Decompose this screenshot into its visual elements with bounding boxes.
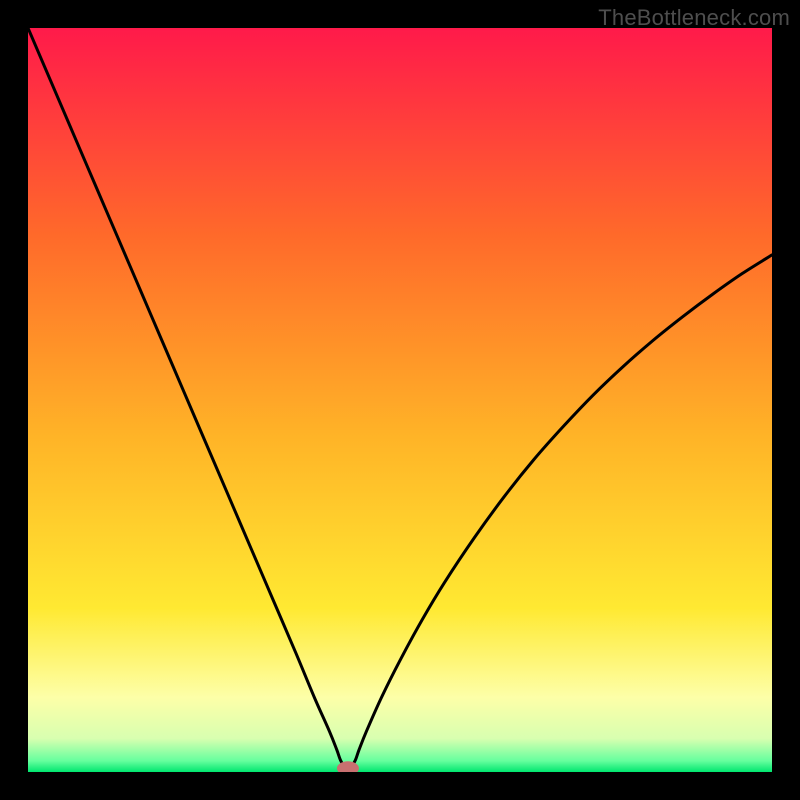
bottleneck-chart — [28, 28, 772, 772]
chart-frame: TheBottleneck.com — [0, 0, 800, 800]
watermark-text: TheBottleneck.com — [598, 5, 790, 31]
